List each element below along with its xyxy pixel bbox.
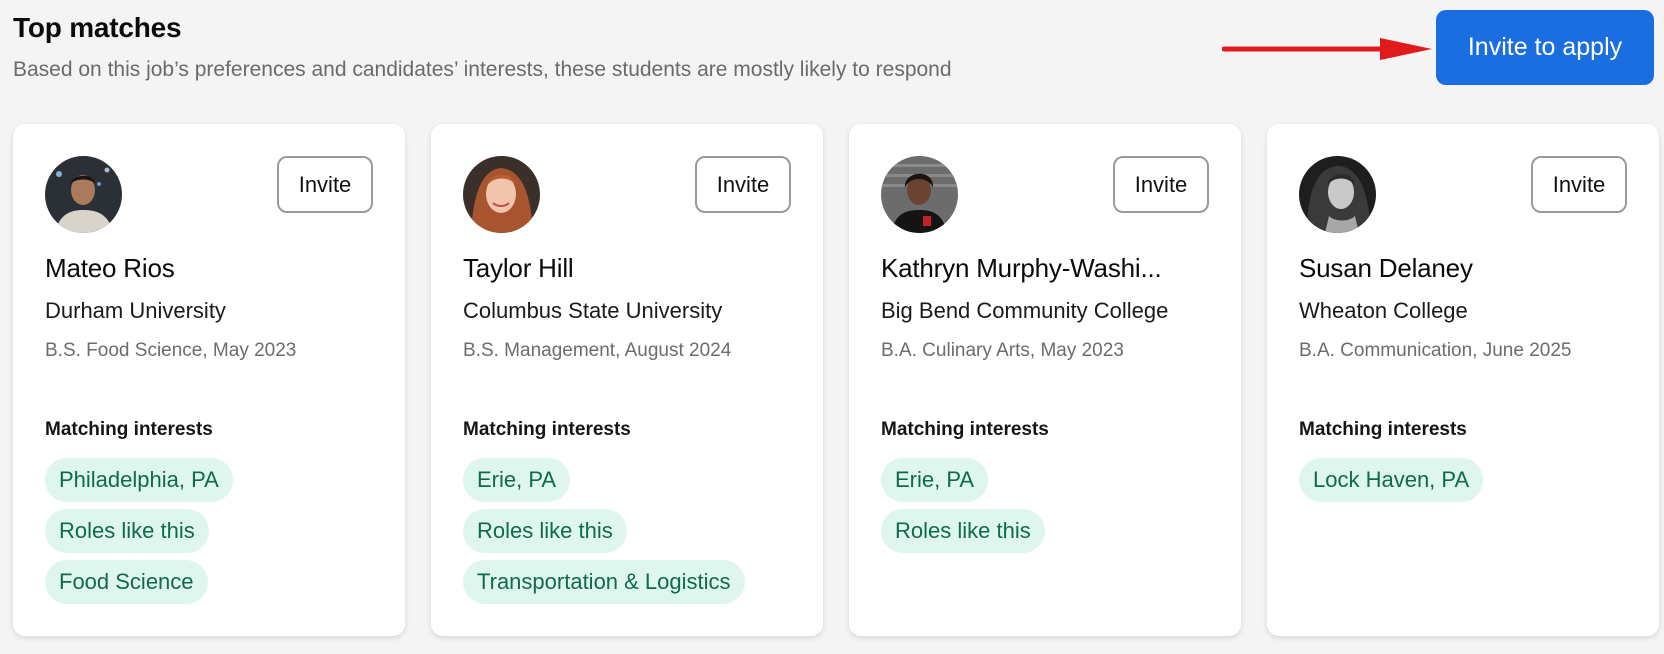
candidate-card: Invite Susan Delaney Wheaton College B.A…	[1267, 124, 1659, 636]
interest-tag: Lock Haven, PA	[1299, 458, 1484, 502]
candidate-name[interactable]: Kathryn Murphy-Washi...	[881, 253, 1209, 284]
interest-tag: Roles like this	[881, 509, 1045, 553]
arrow-annotation	[1222, 38, 1432, 60]
matching-interests-label: Matching interests	[45, 419, 213, 440]
candidate-cards: Invite Mateo Rios Durham University B.S.…	[13, 124, 1659, 636]
matching-interests-label: Matching interests	[881, 419, 1049, 440]
interest-tags: Philadelphia, PA Roles like this Food Sc…	[45, 458, 233, 604]
candidate-school: Durham University	[45, 298, 226, 323]
matching-interests-label: Matching interests	[1299, 419, 1467, 440]
candidate-name[interactable]: Mateo Rios	[45, 253, 373, 284]
invite-to-apply-button[interactable]: Invite to apply	[1436, 10, 1654, 85]
interest-tags: Erie, PA Roles like this	[881, 458, 1045, 553]
candidate-degree: B.S. Food Science, May 2023	[45, 340, 297, 361]
interest-tag: Roles like this	[463, 509, 627, 553]
candidate-card: Invite Kathryn Murphy-Washi... Big Bend …	[849, 124, 1241, 636]
interest-tags: Erie, PA Roles like this Transportation …	[463, 458, 745, 604]
candidate-degree: B.A. Culinary Arts, May 2023	[881, 340, 1124, 361]
interest-tag: Erie, PA	[463, 458, 571, 502]
page-header: Top matches Based on this job’s preferen…	[13, 12, 952, 82]
interest-tag: Roles like this	[45, 509, 209, 553]
candidate-school: Columbus State University	[463, 298, 723, 323]
avatar	[45, 156, 122, 233]
interest-tag: Food Science	[45, 560, 208, 604]
invite-button[interactable]: Invite	[277, 156, 373, 213]
candidate-name[interactable]: Susan Delaney	[1299, 253, 1627, 284]
page-subtitle: Based on this job’s preferences and cand…	[13, 58, 952, 81]
candidate-name[interactable]: Taylor Hill	[463, 253, 791, 284]
candidate-school: Wheaton College	[1299, 298, 1468, 323]
candidate-degree: B.A. Communication, June 2025	[1299, 340, 1572, 361]
interest-tag: Erie, PA	[881, 458, 989, 502]
avatar	[1299, 156, 1376, 233]
avatar	[881, 156, 958, 233]
avatar	[463, 156, 540, 233]
invite-button[interactable]: Invite	[695, 156, 791, 213]
candidate-card: Invite Taylor Hill Columbus State Univer…	[431, 124, 823, 636]
interest-tag: Philadelphia, PA	[45, 458, 233, 502]
candidate-degree: B.S. Management, August 2024	[463, 340, 732, 361]
page-title: Top matches	[13, 12, 182, 43]
candidate-school: Big Bend Community College	[881, 298, 1169, 323]
invite-button[interactable]: Invite	[1531, 156, 1627, 213]
interest-tag: Transportation & Logistics	[463, 560, 745, 604]
candidate-card: Invite Mateo Rios Durham University B.S.…	[13, 124, 405, 636]
matching-interests-label: Matching interests	[463, 419, 631, 440]
invite-button[interactable]: Invite	[1113, 156, 1209, 213]
interest-tags: Lock Haven, PA	[1299, 458, 1484, 502]
